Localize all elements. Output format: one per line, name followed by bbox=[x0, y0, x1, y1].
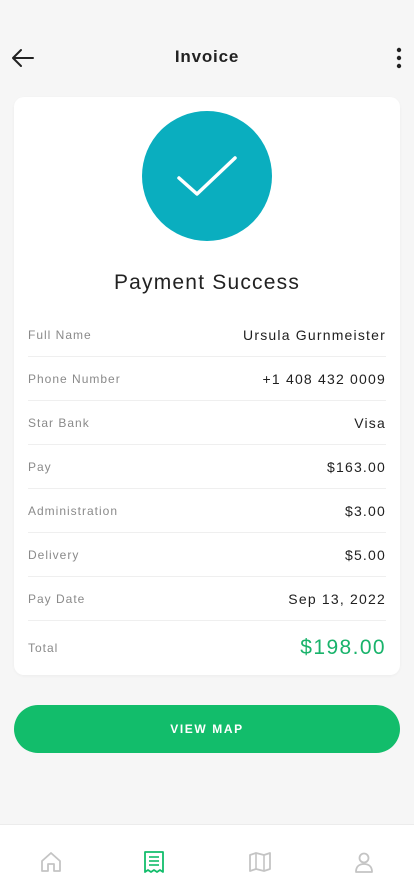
invoice-screen: Invoice Payment Success Full Name Ursula… bbox=[0, 0, 414, 896]
detail-label: Full Name bbox=[28, 327, 92, 342]
detail-value: Ursula Gurnmeister bbox=[243, 326, 386, 343]
detail-row-phone-number: Phone Number +1 408 432 0009 bbox=[28, 357, 386, 401]
total-amount: $198.00 bbox=[300, 636, 386, 659]
nav-item-map[interactable] bbox=[247, 849, 273, 875]
detail-value: $3.00 bbox=[344, 502, 386, 519]
detail-value: Visa bbox=[354, 414, 386, 431]
detail-value: Sep 13, 2022 bbox=[288, 590, 386, 607]
detail-value: +1 408 432 0009 bbox=[262, 370, 386, 387]
detail-label: Delivery bbox=[28, 547, 80, 562]
detail-row-pay-date: Pay Date Sep 13, 2022 bbox=[28, 577, 386, 621]
detail-label: Phone Number bbox=[28, 371, 121, 386]
total-label: Total bbox=[28, 641, 59, 655]
detail-row-administration: Administration $3.00 bbox=[28, 489, 386, 533]
nav-item-profile[interactable] bbox=[351, 849, 377, 875]
home-icon bbox=[41, 852, 61, 872]
detail-value: $163.00 bbox=[326, 458, 386, 475]
nav-item-invoice[interactable] bbox=[141, 849, 167, 875]
top-bar: Invoice bbox=[0, 34, 414, 82]
detail-label: Star Bank bbox=[28, 415, 90, 430]
more-options-button[interactable] bbox=[392, 46, 406, 70]
detail-row-total: Total $198.00 bbox=[28, 621, 386, 675]
payment-status-title: Payment Success bbox=[113, 271, 301, 294]
detail-row-delivery: Delivery $5.00 bbox=[28, 533, 386, 577]
invoice-details: Full Name Ursula Gurnmeister Phone Numbe… bbox=[28, 313, 386, 675]
profile-icon bbox=[355, 852, 373, 873]
receipt-icon bbox=[144, 851, 164, 873]
invoice-card: Payment Success Full Name Ursula Gurnmei… bbox=[14, 97, 400, 675]
detail-row-bank: Star Bank Visa bbox=[28, 401, 386, 445]
detail-value: $5.00 bbox=[344, 546, 386, 563]
bottom-navigation bbox=[0, 824, 414, 896]
map-icon bbox=[249, 852, 271, 872]
view-map-button[interactable]: VIEW MAP bbox=[14, 705, 400, 753]
detail-label: Pay bbox=[28, 459, 52, 474]
page-title: Invoice bbox=[174, 47, 240, 66]
nav-item-home[interactable] bbox=[38, 849, 64, 875]
detail-row-pay: Pay $163.00 bbox=[28, 445, 386, 489]
success-badge bbox=[142, 111, 272, 241]
detail-label: Pay Date bbox=[28, 591, 86, 606]
checkmark-icon bbox=[177, 156, 237, 196]
more-vertical-icon bbox=[396, 47, 402, 69]
detail-label: Administration bbox=[28, 503, 119, 518]
detail-row-full-name: Full Name Ursula Gurnmeister bbox=[28, 313, 386, 357]
